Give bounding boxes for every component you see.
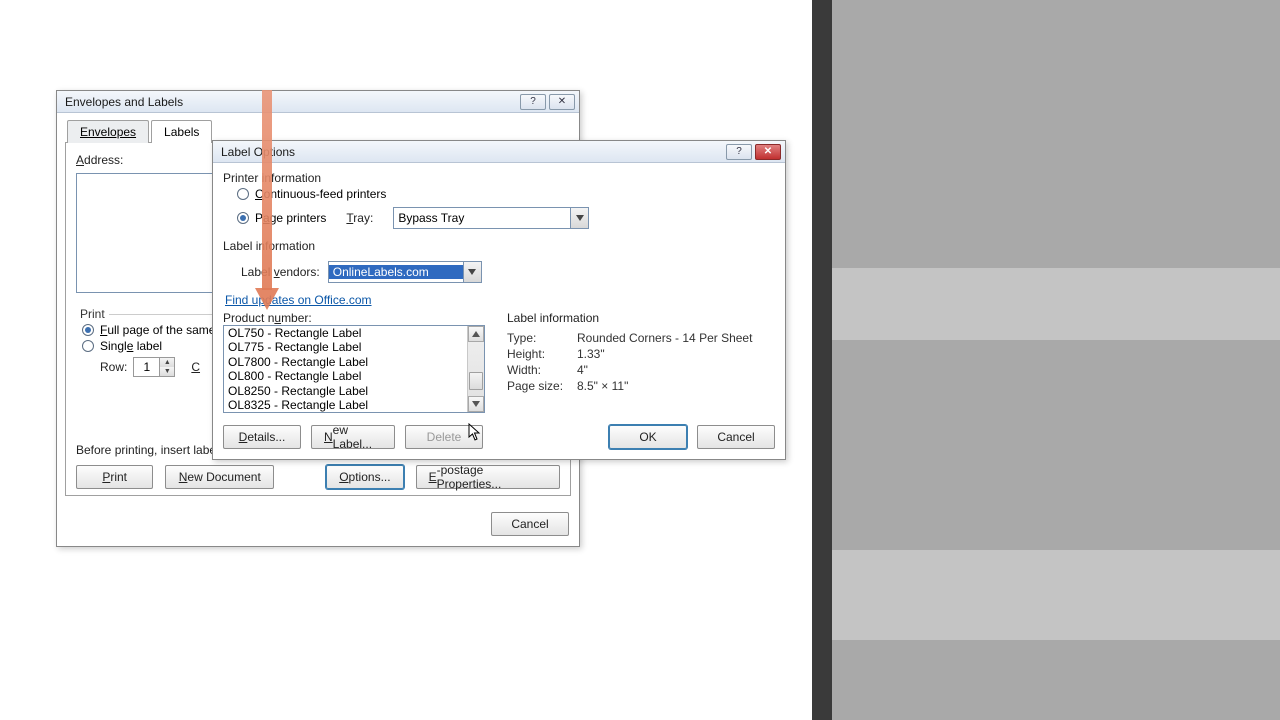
dialog-title: Envelopes and Labels bbox=[65, 95, 183, 109]
scrollbar[interactable] bbox=[467, 326, 484, 412]
close-button[interactable]: ✕ bbox=[755, 144, 781, 160]
list-item[interactable]: OL8325 - Rectangle Label bbox=[224, 398, 467, 412]
side-panel-block-1 bbox=[832, 268, 1280, 340]
epostage-button[interactable]: E-postage Properties... bbox=[416, 465, 560, 489]
help-button[interactable]: ? bbox=[520, 94, 546, 110]
vendors-label: Label vendors: bbox=[241, 265, 320, 279]
side-panel-block-2 bbox=[832, 550, 1280, 640]
new-document-button[interactable]: New Document bbox=[165, 465, 274, 489]
help-button[interactable]: ? bbox=[726, 144, 752, 160]
printer-info-group: Printer information bbox=[223, 171, 775, 185]
label-info-group: Label information bbox=[223, 239, 775, 253]
list-item[interactable]: OL7800 - Rectangle Label bbox=[224, 355, 467, 369]
chevron-down-icon bbox=[570, 208, 588, 228]
vendors-select[interactable]: OnlineLabels.com bbox=[328, 261, 482, 283]
list-item[interactable]: OL775 - Rectangle Label bbox=[224, 340, 467, 354]
info-width-val: 4" bbox=[577, 363, 775, 377]
tray-select[interactable]: Bypass Tray bbox=[393, 207, 589, 229]
column-label: C bbox=[191, 360, 200, 374]
close-button[interactable]: ✕ bbox=[549, 94, 575, 110]
side-panel-dark bbox=[812, 0, 832, 720]
list-item[interactable]: OL750 - Rectangle Label bbox=[224, 326, 467, 340]
dialog-title: Label Options bbox=[221, 145, 295, 159]
product-list[interactable]: OL750 - Rectangle Label OL775 - Rectangl… bbox=[224, 326, 467, 412]
cancel-button[interactable]: Cancel bbox=[697, 425, 775, 449]
dialog-titlebar[interactable]: Label Options ? ✕ bbox=[213, 141, 785, 163]
product-number-listbox[interactable]: OL750 - Rectangle Label OL775 - Rectangl… bbox=[223, 325, 485, 413]
vendors-value: OnlineLabels.com bbox=[329, 265, 463, 279]
info-height-key: Height: bbox=[507, 347, 573, 361]
office-updates-link[interactable]: Find updates on Office.com bbox=[225, 293, 372, 307]
scroll-down-icon[interactable] bbox=[468, 396, 484, 412]
row-label: Row: bbox=[100, 360, 127, 374]
scroll-up-icon[interactable] bbox=[468, 326, 484, 342]
label-info-header: Label information bbox=[507, 311, 775, 325]
info-page-key: Page size: bbox=[507, 379, 573, 393]
ok-button[interactable]: OK bbox=[609, 425, 687, 449]
scroll-thumb[interactable] bbox=[469, 372, 483, 390]
label-options-dialog: Label Options ? ✕ Printer information Co… bbox=[212, 140, 786, 460]
tab-envelopes[interactable]: Envelopes bbox=[67, 120, 149, 143]
radio-icon bbox=[82, 340, 94, 352]
dialog-titlebar[interactable]: Envelopes and Labels ? ✕ bbox=[57, 91, 579, 113]
row-input[interactable] bbox=[133, 357, 159, 377]
radio-continuous-feed[interactable]: Continuous-feed printers bbox=[237, 187, 775, 201]
list-item[interactable]: OL800 - Rectangle Label bbox=[224, 369, 467, 383]
radio-icon bbox=[237, 212, 249, 224]
tray-label: Tray: bbox=[346, 211, 373, 225]
address-textarea[interactable] bbox=[76, 173, 226, 293]
spin-buttons[interactable]: ▲▼ bbox=[159, 357, 175, 377]
row-spinbox[interactable]: ▲▼ bbox=[133, 357, 175, 377]
cancel-button[interactable]: Cancel bbox=[491, 512, 569, 536]
product-number-label: Product number: bbox=[223, 311, 485, 325]
tray-value: Bypass Tray bbox=[394, 211, 570, 225]
info-width-key: Width: bbox=[507, 363, 573, 377]
radio-page-printers[interactable]: Page printers bbox=[237, 211, 326, 225]
info-page-val: 8.5" × 11" bbox=[577, 379, 775, 393]
radio-icon bbox=[237, 188, 249, 200]
options-button[interactable]: Options... bbox=[326, 465, 403, 489]
list-item[interactable]: OL8250 - Rectangle Label bbox=[224, 384, 467, 398]
tabs: Envelopes Labels bbox=[57, 113, 579, 142]
delete-button: Delete bbox=[405, 425, 483, 449]
details-button[interactable]: Details... bbox=[223, 425, 301, 449]
info-type-val: Rounded Corners - 14 Per Sheet bbox=[577, 331, 775, 345]
footer-buttons: Print New Document Options... E-postage … bbox=[76, 457, 560, 489]
chevron-down-icon bbox=[463, 262, 481, 282]
print-button[interactable]: Print bbox=[76, 465, 153, 489]
info-type-key: Type: bbox=[507, 331, 573, 345]
info-height-val: 1.33" bbox=[577, 347, 775, 361]
radio-icon bbox=[82, 324, 94, 336]
new-label-button[interactable]: New Label... bbox=[311, 425, 395, 449]
tab-labels[interactable]: Labels bbox=[151, 120, 212, 143]
